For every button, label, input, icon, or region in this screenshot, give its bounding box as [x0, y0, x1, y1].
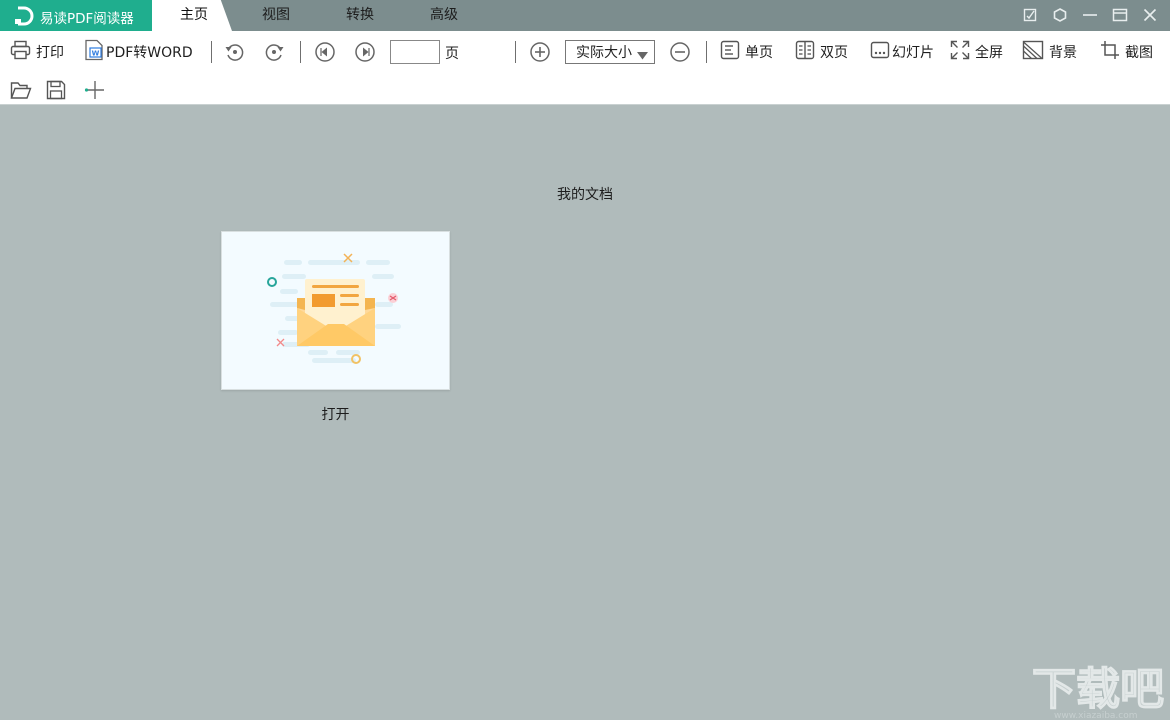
screenshot-button[interactable]: 截图 [1100, 38, 1153, 66]
background-icon [1022, 40, 1044, 64]
my-documents-heading: 我的文档 [557, 187, 613, 203]
page-unit-label: 页 [445, 46, 459, 62]
tab-view[interactable]: 视图 [236, 0, 316, 31]
fullscreen-label: 全屏 [975, 45, 1003, 61]
fullscreen-icon [950, 40, 970, 64]
slideshow-icon [870, 40, 890, 64]
open-folder-icon[interactable] [9, 78, 33, 102]
zoom-select[interactable]: 实际大小 [565, 40, 655, 64]
close-icon[interactable] [1139, 5, 1161, 25]
print-button[interactable]: 打印 [10, 38, 64, 66]
printer-icon [10, 40, 31, 64]
zoom-in-icon[interactable] [528, 40, 552, 64]
toolbar-divider [211, 41, 212, 63]
open-document-card[interactable] [221, 231, 450, 390]
tab-convert[interactable]: 转换 [320, 0, 400, 31]
app-logo-icon [14, 6, 34, 30]
slideshow-label: 幻灯片 [892, 45, 934, 61]
pdf-to-word-button[interactable]: W PDF转WORD [84, 38, 193, 66]
tab-advanced[interactable]: 高级 [404, 0, 484, 31]
screenshot-label: 截图 [1125, 45, 1153, 61]
watermark-logo: 下载吧 www.xiazaiba.com [1030, 660, 1170, 720]
zoom-value: 实际大小 [576, 45, 632, 61]
open-label: 打开 [321, 407, 350, 423]
toolbar-divider [515, 41, 516, 63]
fullscreen-button[interactable]: 全屏 [950, 38, 1003, 66]
previous-page-icon[interactable] [313, 40, 337, 64]
print-label: 打印 [36, 45, 64, 61]
double-page-label: 双页 [820, 45, 848, 61]
toolbar-divider [706, 41, 707, 63]
double-page-icon [795, 40, 815, 64]
single-page-button[interactable]: 单页 [720, 38, 773, 66]
maximize-icon[interactable] [1109, 5, 1131, 25]
page-number-input[interactable] [390, 40, 440, 64]
double-page-button[interactable]: 双页 [795, 38, 848, 66]
app-brand: 易读PDF阅读器 [0, 0, 168, 31]
title-bar: 易读PDF阅读器 主页 视图 转换 高级 [0, 0, 1170, 31]
rotate-left-icon[interactable] [223, 40, 247, 64]
settings-hexagon-icon[interactable] [1049, 5, 1071, 25]
svg-text:www.xiazaiba.com: www.xiazaiba.com [1054, 711, 1138, 720]
background-button[interactable]: 背景 [1022, 38, 1077, 66]
add-toolbar-item-icon[interactable] [83, 78, 107, 102]
single-page-icon [720, 40, 740, 64]
single-page-label: 单页 [745, 45, 773, 61]
svg-text:下载吧: 下载吧 [1032, 664, 1164, 715]
tab-home[interactable]: 主页 [152, 0, 232, 31]
toolbar-divider [300, 41, 301, 63]
toolbar: 打印 W PDF转WORD 页 实际大小 单页 双页 幻灯片 全屏 背景 截图 [0, 31, 1170, 105]
skin-icon[interactable] [1019, 5, 1041, 25]
minimize-icon[interactable] [1079, 5, 1101, 25]
zoom-out-icon[interactable] [668, 40, 692, 64]
word-doc-icon: W [84, 39, 104, 65]
chevron-down-icon [637, 48, 648, 64]
svg-text:W: W [92, 50, 100, 58]
rotate-right-icon[interactable] [262, 40, 286, 64]
slideshow-button[interactable]: 幻灯片 [870, 38, 934, 66]
crop-icon [1100, 40, 1120, 64]
pdf-to-word-label: PDF转WORD [106, 45, 193, 61]
next-page-icon[interactable] [353, 40, 377, 64]
app-title: 易读PDF阅读器 [40, 11, 134, 27]
envelope-illustration-icon [267, 253, 401, 364]
background-label: 背景 [1049, 45, 1077, 61]
save-icon[interactable] [44, 78, 68, 102]
